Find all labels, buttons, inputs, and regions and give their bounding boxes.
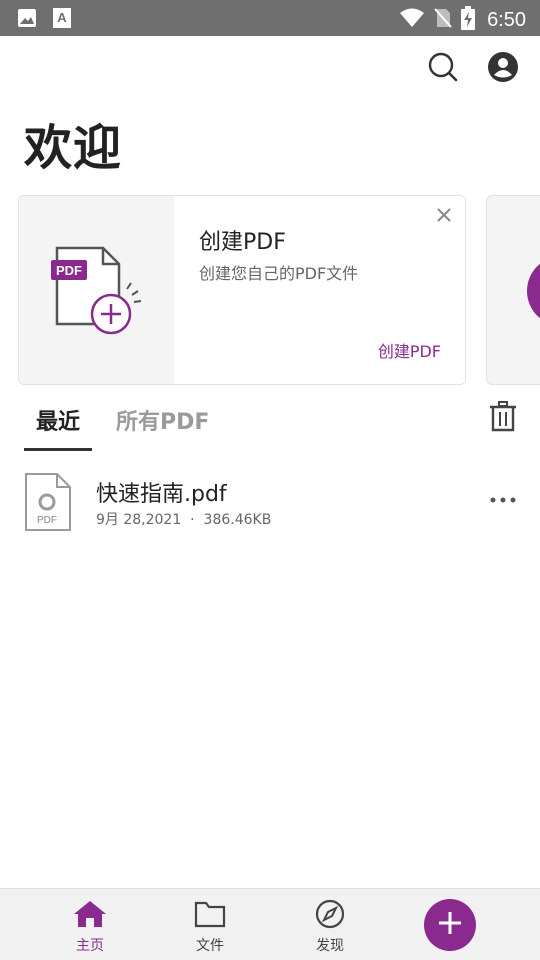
font-icon: A <box>52 7 72 33</box>
plus-icon <box>437 910 463 940</box>
create-pdf-illustration: PDF <box>19 196 174 384</box>
home-icon <box>72 901 108 933</box>
status-time: 6:50 <box>487 8 526 31</box>
add-button[interactable] <box>424 899 476 951</box>
file-date: 9月 28,2021 <box>96 512 182 528</box>
compass-icon <box>312 899 348 933</box>
card-description: 创建您自己的PDF文件 <box>199 264 359 283</box>
tab-bar: 最近 所有PDF <box>24 404 221 451</box>
create-pdf-link[interactable]: 创建PDF <box>378 338 441 362</box>
pdf-file-icon: PDF <box>24 472 72 536</box>
nav-label-discover: 发现 <box>316 938 344 954</box>
file-icon-label: PDF <box>37 515 57 526</box>
no-sim-icon <box>433 7 453 33</box>
nav-label-home: 主页 <box>76 938 104 954</box>
more-options-icon[interactable] <box>488 490 518 510</box>
close-icon[interactable] <box>433 204 455 226</box>
tab-all-pdf[interactable]: 所有PDF <box>104 404 221 451</box>
nav-item-files[interactable]: 文件 <box>170 899 250 955</box>
file-size: 386.46KB <box>203 512 272 528</box>
svg-text:A: A <box>57 10 67 25</box>
nav-label-files: 文件 <box>196 938 224 954</box>
account-icon[interactable] <box>486 50 520 84</box>
pdf-badge-label: PDF <box>56 263 82 278</box>
battery-charging-icon <box>461 6 476 34</box>
status-bar: A 6:50 <box>0 0 540 36</box>
file-meta-separator: · <box>190 512 195 528</box>
file-row[interactable]: PDF 快速指南.pdf 9月 28,2021 · 386.46KB <box>0 466 540 536</box>
next-card-peek[interactable] <box>486 195 540 385</box>
bottom-nav: 主页 文件 发现 <box>0 888 540 960</box>
search-icon[interactable] <box>426 50 460 84</box>
card-title: 创建PDF <box>199 230 286 255</box>
image-icon <box>16 7 38 33</box>
page-title: 欢迎 <box>24 120 123 176</box>
next-card-circle <box>527 256 540 326</box>
file-name: 快速指南.pdf <box>96 482 227 507</box>
nav-item-home[interactable]: 主页 <box>50 899 130 955</box>
top-actions <box>426 50 520 84</box>
file-meta: 9月 28,2021 · 386.46KB <box>96 509 271 529</box>
tab-recent[interactable]: 最近 <box>24 404 93 451</box>
nav-item-discover[interactable]: 发现 <box>290 899 370 955</box>
folder-icon <box>192 901 228 933</box>
wifi-icon <box>399 7 425 33</box>
trash-icon[interactable] <box>486 400 520 434</box>
create-pdf-card[interactable]: PDF 创建PDF 创建您自己的PDF文件 创建PDF <box>18 195 466 385</box>
